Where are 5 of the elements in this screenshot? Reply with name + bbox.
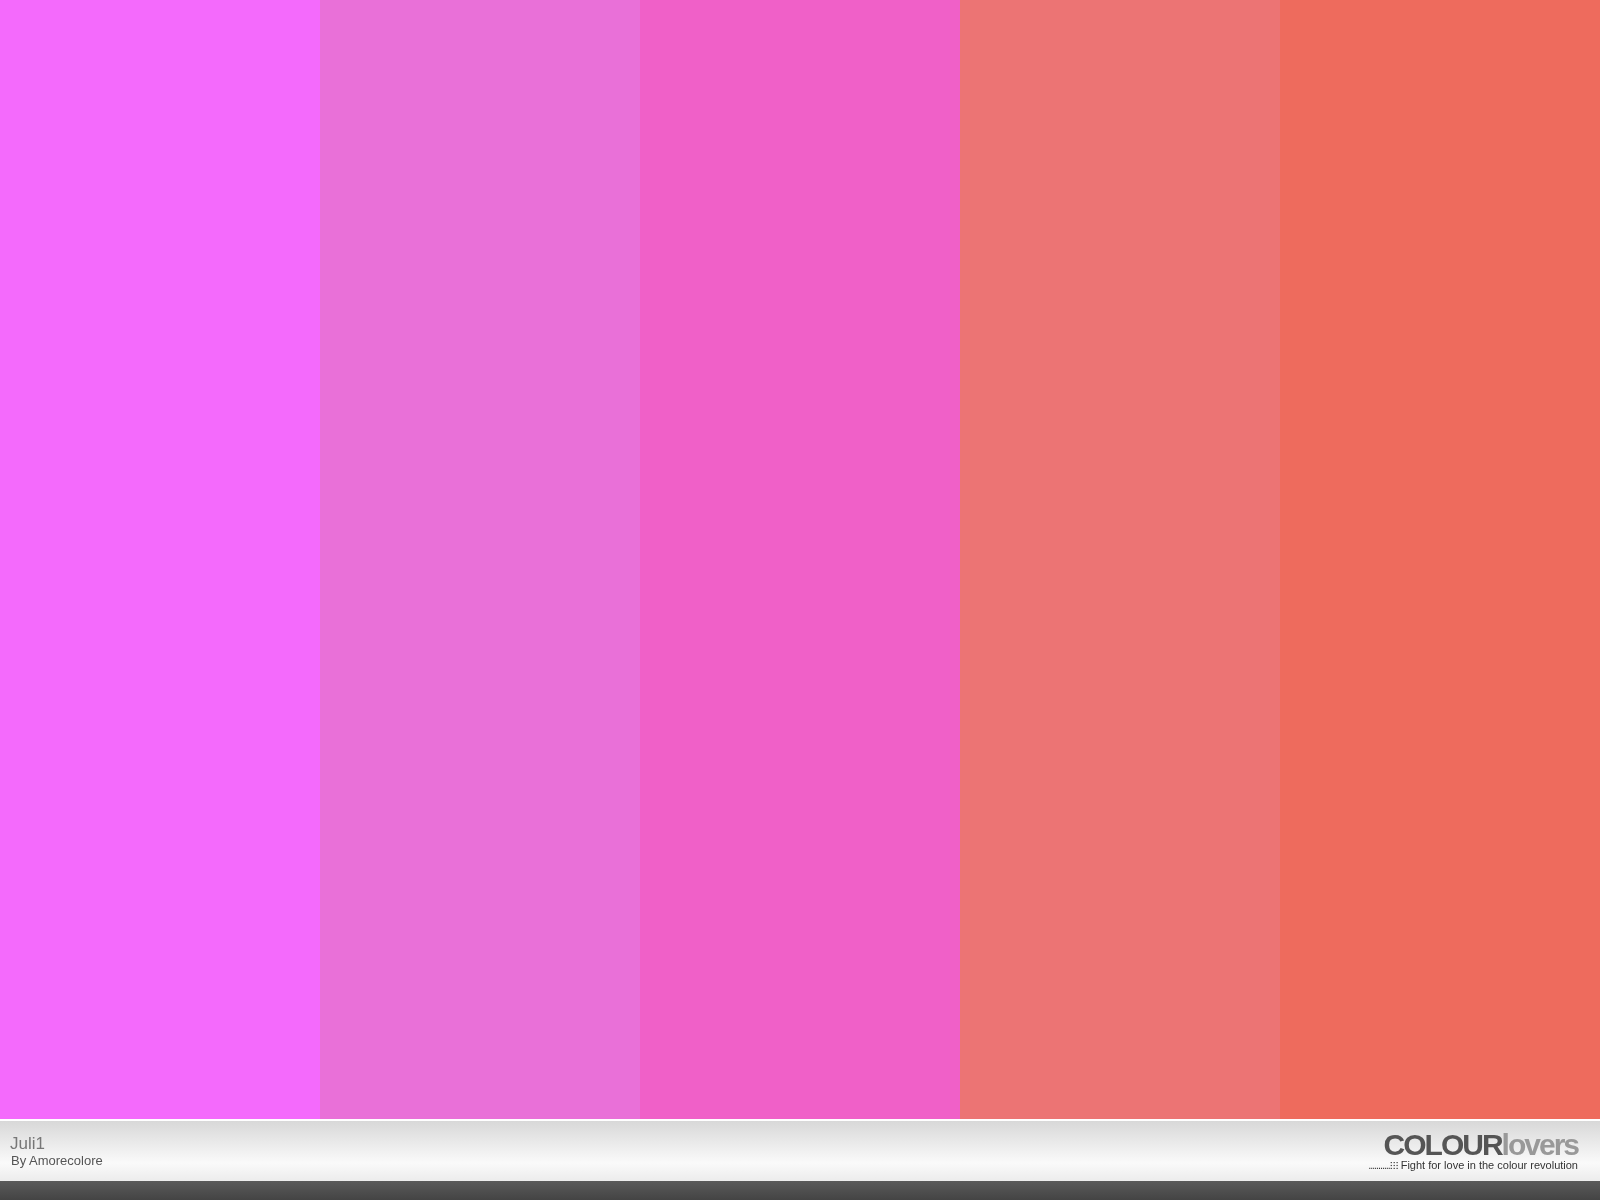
logo-wordmark: COLOURlovers xyxy=(1383,1131,1578,1159)
author-credit: By Amorecolore xyxy=(10,1152,103,1168)
palette-title: Juli1 xyxy=(10,1134,46,1153)
tagline: Fight for love in the colour revolution xyxy=(1400,1159,1578,1171)
dotted-line-icon xyxy=(1368,1161,1398,1169)
